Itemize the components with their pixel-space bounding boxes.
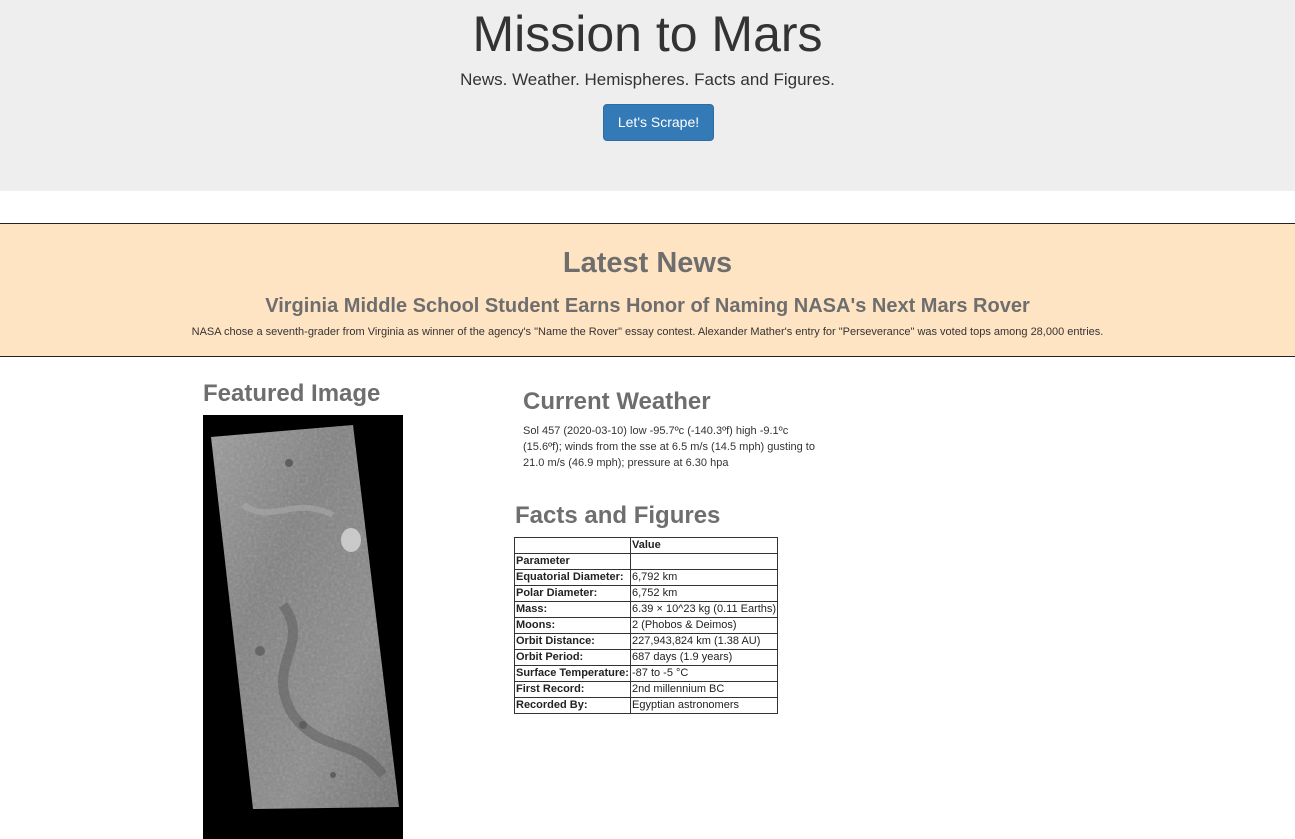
table-row: Recorded By: Egyptian astronomers xyxy=(514,697,779,714)
facts-param-header-row: Parameter xyxy=(514,553,779,570)
fact-parameter: Polar Diameter: xyxy=(514,585,631,602)
fact-value: 2nd millennium BC xyxy=(629,681,779,698)
facts-empty-cell xyxy=(629,553,779,570)
facts-table: Value Parameter Equatorial Diameter: 6,79… xyxy=(514,537,779,714)
fact-parameter: Equatorial Diameter: xyxy=(514,569,631,586)
fact-parameter: First Record: xyxy=(514,681,631,698)
news-headline: Virginia Middle School Student Earns Hon… xyxy=(265,295,1030,317)
page-title: Mission to Mars xyxy=(472,6,823,62)
fact-parameter: Surface Temperature: xyxy=(514,665,631,682)
fact-parameter: Orbit Distance: xyxy=(514,633,631,650)
fact-value: -87 to -5 °C xyxy=(629,665,779,682)
table-row: Mass: 6.39 × 10^23 kg (0.11 Earths) xyxy=(514,601,779,618)
fact-value: 687 days (1.9 years) xyxy=(629,649,779,666)
fact-value: 2 (Phobos & Deimos) xyxy=(629,617,779,634)
weather-report: Sol 457 (2020-03-10) low -95.7ºc (-140.3… xyxy=(523,425,815,469)
jumbotron-header: Mission to Mars News. Weather. Hemispher… xyxy=(0,0,1295,191)
table-row: Orbit Period: 687 days (1.9 years) xyxy=(514,649,779,666)
fact-value: 6.39 × 10^23 kg (0.11 Earths) xyxy=(629,601,779,618)
table-row: Polar Diameter: 6,752 km xyxy=(514,585,779,602)
fact-value: 6,752 km xyxy=(629,585,779,602)
news-teaser: NASA chose a seventh-grader from Virgini… xyxy=(191,326,1104,338)
facts-title: Facts and Figures xyxy=(515,502,721,529)
news-section-title: Latest News xyxy=(562,247,733,279)
table-row: First Record: 2nd millennium BC xyxy=(514,681,779,698)
value-column-header: Value xyxy=(629,537,779,554)
fact-value: 6,792 km xyxy=(629,569,779,586)
table-row: Equatorial Diameter: 6,792 km xyxy=(514,569,779,586)
latest-news-section: Latest News Virginia Middle School Stude… xyxy=(0,223,1295,357)
mars-surface-image xyxy=(211,425,399,809)
facts-corner-cell xyxy=(514,537,631,554)
fact-parameter: Mass: xyxy=(514,601,631,618)
page-tagline: News. Weather. Hemispheres. Facts and Fi… xyxy=(460,70,835,89)
featured-image-title: Featured Image xyxy=(203,380,381,407)
table-row: Orbit Distance: 227,943,824 km (1.38 AU) xyxy=(514,633,779,650)
featured-image[interactable] xyxy=(203,415,403,839)
fact-parameter: Orbit Period: xyxy=(514,649,631,666)
fact-value: Egyptian astronomers xyxy=(629,697,779,714)
scrape-button[interactable]: Let's Scrape! xyxy=(603,104,714,141)
parameter-column-header: Parameter xyxy=(514,553,631,570)
facts-header-row: Value xyxy=(514,537,779,554)
weather-title: Current Weather xyxy=(523,388,711,415)
fact-value: 227,943,824 km (1.38 AU) xyxy=(629,633,779,650)
fact-parameter: Recorded By: xyxy=(514,697,631,714)
table-row: Surface Temperature: -87 to -5 °C xyxy=(514,665,779,682)
fact-parameter: Moons: xyxy=(514,617,631,634)
table-row: Moons: 2 (Phobos & Deimos) xyxy=(514,617,779,634)
